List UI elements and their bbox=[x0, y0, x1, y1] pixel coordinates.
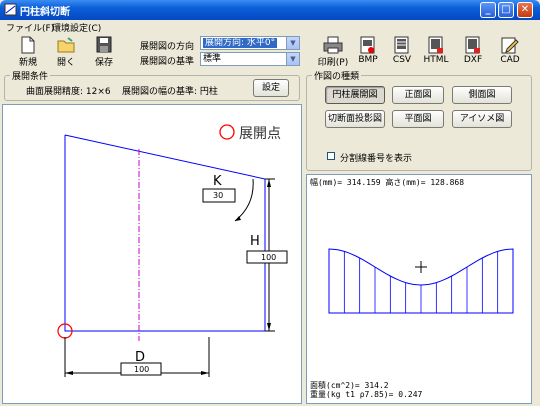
development-preview bbox=[328, 248, 514, 314]
csv-button[interactable]: CSV bbox=[384, 34, 420, 76]
drawing-type-button[interactable]: 正面図 bbox=[392, 86, 444, 104]
precision-text: 曲面展開精度: 12×6 bbox=[26, 87, 111, 97]
basis-value: 標準 bbox=[203, 54, 222, 64]
development-drawing-panel[interactable]: 展開点 H 100 K 30 D 100 bbox=[2, 104, 302, 404]
development-point-legend-icon bbox=[219, 124, 235, 140]
html-button[interactable]: HTML bbox=[418, 34, 454, 76]
menu-settings[interactable]: 環境設定(C) bbox=[52, 21, 101, 34]
show-numbers-checkbox[interactable] bbox=[327, 152, 335, 160]
dxf-file-icon bbox=[465, 36, 480, 54]
drawing-type-button[interactable]: 側面図 bbox=[452, 86, 512, 104]
cad-button[interactable]: CAD bbox=[492, 34, 528, 76]
drawing-type-button[interactable]: 平面図 bbox=[392, 110, 444, 128]
d-value: 100 bbox=[134, 365, 149, 374]
menu-bar: ファイル(F) 環境設定(C) bbox=[0, 20, 540, 34]
k-angle-arc bbox=[234, 178, 254, 222]
bmp-label: BMP bbox=[358, 55, 378, 65]
conditions-title: 展開条件 bbox=[10, 69, 51, 82]
app-icon bbox=[4, 3, 17, 16]
bmp-file-icon bbox=[360, 36, 375, 54]
settings-button[interactable]: 設定 bbox=[253, 79, 289, 97]
new-file-icon bbox=[21, 36, 35, 54]
window-title: 円柱斜切断 bbox=[20, 7, 70, 18]
direction-value: 展開方向: 水平0° bbox=[203, 38, 278, 48]
open-folder-icon bbox=[57, 37, 75, 53]
basis-select[interactable]: 標準 ▼ bbox=[200, 52, 300, 66]
minimize-button[interactable]: _ bbox=[480, 2, 496, 18]
html-file-icon bbox=[428, 36, 443, 54]
new-label: 新規 bbox=[18, 58, 37, 68]
chevron-down-icon: ▼ bbox=[286, 37, 299, 49]
legend-label: 展開点 bbox=[239, 126, 281, 142]
preview-weight: 重量(kg t1 ρ7.85)= 0.247 bbox=[310, 390, 423, 399]
dxf-button[interactable]: DXF bbox=[455, 34, 491, 76]
csv-label: CSV bbox=[392, 55, 412, 65]
chevron-down-icon: ▼ bbox=[286, 53, 299, 65]
html-label: HTML bbox=[423, 55, 449, 65]
save-label: 保存 bbox=[94, 58, 113, 68]
drawing-type-button[interactable]: 切断面投影図 bbox=[325, 110, 385, 128]
preview-shape bbox=[328, 248, 514, 314]
printer-icon bbox=[323, 36, 343, 54]
preview-panel[interactable]: 幅(mm)= 314.159 高さ(mm)= 128.868 面積(cm^2)=… bbox=[306, 174, 532, 404]
cad-label: CAD bbox=[500, 55, 520, 65]
development-outline bbox=[64, 134, 266, 332]
direction-label: 展開図の方向 bbox=[140, 42, 195, 52]
title-bar: 円柱斜切断 _ □ ✕ bbox=[0, 0, 540, 20]
drawing-type-button[interactable]: 円柱展開図 bbox=[325, 86, 385, 104]
direction-select[interactable]: 展開方向: 水平0° ▼ bbox=[200, 36, 300, 50]
drawing-types-title: 作図の種類 bbox=[312, 69, 362, 82]
h-value: 100 bbox=[261, 253, 276, 262]
print-label: 印刷(P) bbox=[317, 58, 349, 68]
maximize-button[interactable]: □ bbox=[498, 2, 514, 18]
h-label: H bbox=[250, 234, 260, 249]
width-basis-text: 展開図の幅の基準: 円柱 bbox=[122, 87, 218, 97]
csv-file-icon bbox=[394, 36, 409, 54]
menu-file[interactable]: ファイル(F) bbox=[6, 21, 54, 34]
drawing-type-button[interactable]: アイソメ図 bbox=[452, 110, 512, 128]
open-button[interactable]: 開く bbox=[48, 34, 84, 76]
cad-edit-icon bbox=[501, 37, 519, 54]
show-numbers-label: 分割線番号を表示 bbox=[340, 154, 413, 164]
open-label: 開く bbox=[56, 58, 75, 68]
k-value: 30 bbox=[213, 191, 223, 200]
basis-label: 展開図の基準 bbox=[140, 57, 195, 67]
dxf-label: DXF bbox=[463, 55, 483, 65]
save-disk-icon bbox=[96, 36, 112, 53]
save-button[interactable]: 保存 bbox=[86, 34, 122, 76]
development-drawing: 展開点 H 100 K 30 D 100 bbox=[57, 124, 288, 377]
close-button[interactable]: ✕ bbox=[517, 2, 533, 18]
k-label: K bbox=[213, 174, 222, 189]
